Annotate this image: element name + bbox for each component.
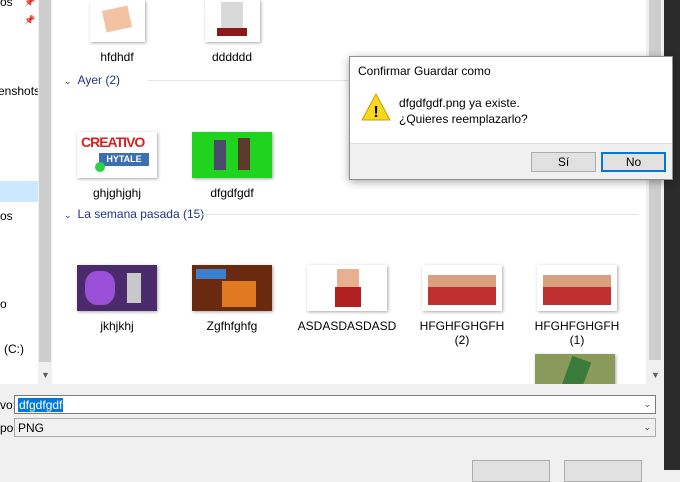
thumb-text: CREATIVO [81, 134, 145, 150]
file-thumbnail [192, 132, 272, 178]
file-thumbnail [537, 265, 617, 311]
filename-value: dfgdfgdf [18, 398, 64, 412]
file-item[interactable]: dddddd [177, 0, 287, 64]
chevron-down-icon[interactable]: ⌄ [643, 399, 651, 410]
pin-icon: 📌 [24, 15, 36, 25]
no-button[interactable]: No [601, 152, 666, 172]
group-header-last-week[interactable]: ⌄ La semana pasada (15) [64, 207, 204, 221]
file-thumbnail[interactable] [535, 354, 615, 384]
file-thumbnail [77, 265, 157, 311]
file-thumbnail: CREATIVO HYTALE [77, 132, 157, 178]
save-button[interactable] [472, 460, 550, 482]
file-item[interactable]: ASDASDASDASD [292, 265, 402, 333]
dialog-title: Confirmar Guardar como [358, 64, 491, 78]
nav-item[interactable]: os [0, 209, 13, 223]
file-thumbnail [307, 265, 387, 311]
file-name: jkhjkhj [100, 319, 134, 333]
chevron-down-icon: ⌄ [64, 210, 72, 220]
chevron-down-icon[interactable]: ⌄ [643, 422, 651, 433]
file-name: hfdhdf [100, 50, 134, 64]
nav-scrollbar[interactable]: ▼ [38, 0, 52, 384]
file-item[interactable]: HFGHFGHGFH (2) [407, 265, 517, 347]
nav-item[interactable]: o [0, 297, 7, 311]
file-name: dddddd [211, 50, 253, 64]
dialog-message-line2: ¿Quieres reemplazarlo? [399, 112, 528, 126]
file-item[interactable]: Zgfhfghfg [177, 265, 287, 333]
nav-item[interactable]: os [0, 0, 13, 9]
nav-selected-highlight [0, 181, 38, 202]
pin-icon: 📌 [24, 0, 36, 7]
file-item[interactable]: jkhjkhj [62, 265, 172, 333]
nav-item-screenshots[interactable]: enshots [0, 84, 38, 98]
warning-glyph: ! [373, 104, 378, 121]
confirm-save-dialog: Confirmar Guardar como ! dfgdfgdf.png ya… [349, 56, 673, 180]
dialog-message-line1: dfgdfgdf.png ya existe. [399, 96, 520, 110]
file-name: dfgdfgdf [210, 186, 254, 200]
filetype-value: PNG [18, 421, 45, 435]
scroll-down-icon[interactable]: ▼ [651, 370, 660, 380]
file-name: ASDASDASDASD [297, 319, 397, 333]
cancel-button[interactable] [564, 460, 642, 482]
dialog-body: ! dfgdfgdf.png ya existe. ¿Quieres reemp… [350, 85, 672, 145]
file-item[interactable]: CREATIVO HYTALE ghjghjghj [62, 132, 172, 200]
file-item[interactable]: dfgdfgdf [177, 132, 287, 200]
file-thumbnail [89, 0, 145, 42]
filetype-select[interactable]: PNG ⌄ [14, 418, 656, 437]
nav-item-drive-c[interactable]: (C:) [4, 342, 24, 356]
file-item[interactable]: HFGHFGHGFH (1) [522, 265, 632, 347]
chevron-down-icon: ⌄ [64, 76, 72, 86]
file-name: HFGHFGHGFH (1) [534, 319, 620, 347]
file-thumbnail [422, 265, 502, 311]
file-thumbnail [192, 265, 272, 311]
file-name: Zgfhfghfg [206, 319, 258, 333]
scroll-down-icon[interactable]: ▼ [41, 370, 50, 380]
navigation-pane: os 📌 📌 enshots os o (C:) [0, 0, 38, 384]
thumb-text: HYTALE [99, 153, 149, 166]
dialog-footer: Sí No [350, 143, 672, 179]
group-divider [198, 214, 638, 215]
file-thumbnail [204, 0, 260, 42]
yes-button[interactable]: Sí [531, 152, 596, 172]
filename-input[interactable]: dfgdfgdf ⌄ [14, 395, 656, 414]
warning-icon: ! [361, 93, 391, 121]
main-scroll-thumb[interactable] [649, 0, 661, 360]
file-name: ghjghjghj [92, 186, 142, 200]
group-header-yesterday[interactable]: ⌄ Ayer (2) [64, 73, 120, 87]
file-name: HFGHFGHGFH (2) [419, 319, 505, 347]
nav-scroll-thumb[interactable] [39, 0, 51, 362]
file-item[interactable]: hfdhdf [62, 0, 172, 64]
